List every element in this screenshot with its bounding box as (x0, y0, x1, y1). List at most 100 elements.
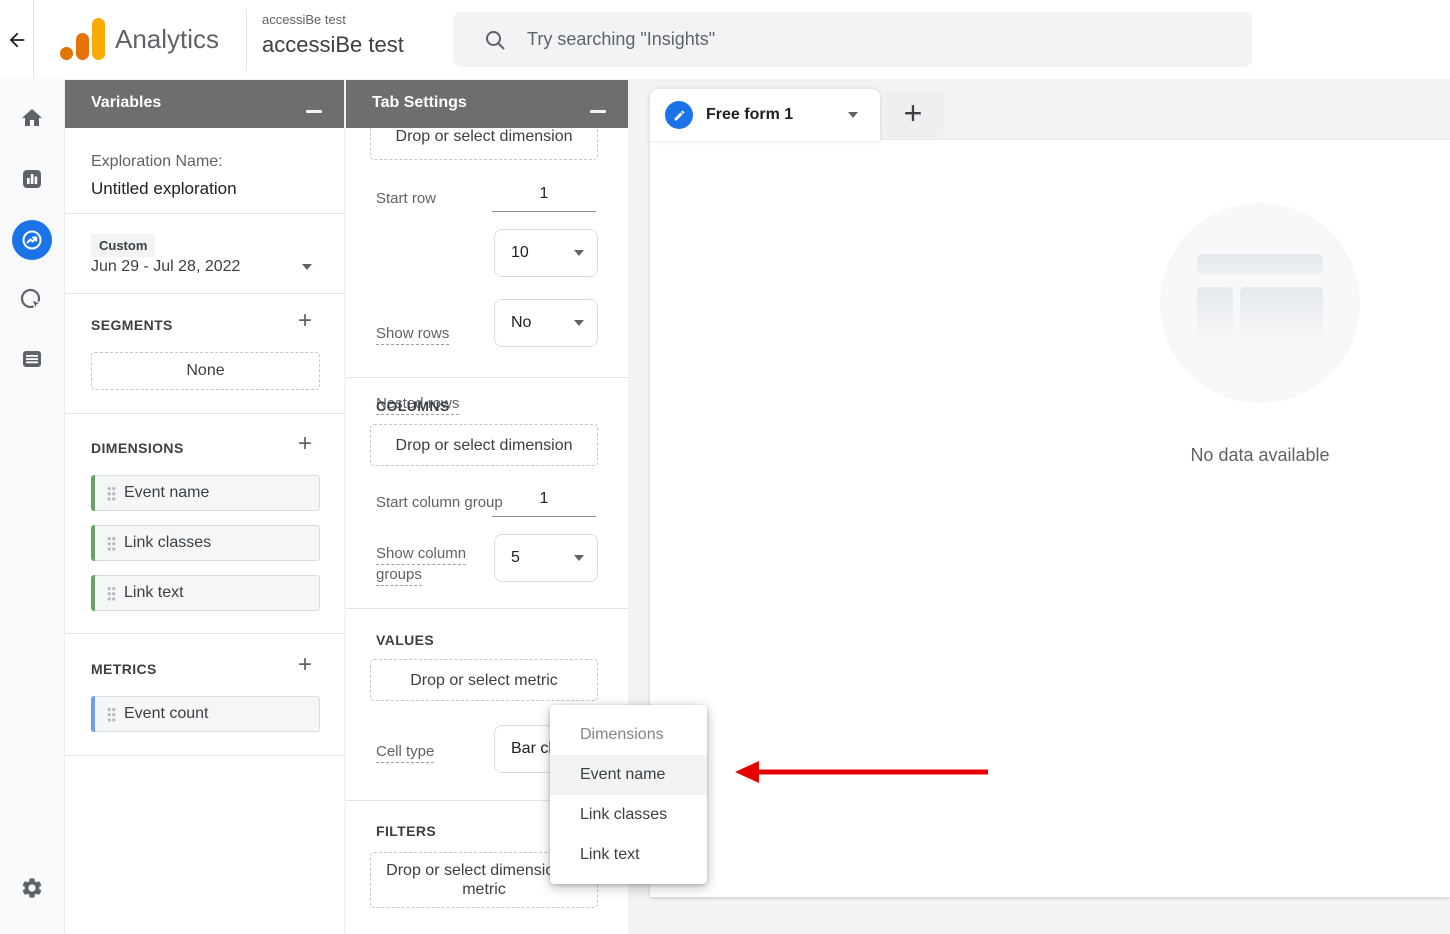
metric-chip-event-count[interactable]: Event count (91, 696, 320, 732)
show-column-groups-label: Show column groups (376, 543, 476, 585)
exploration-name-label: Exploration Name: (91, 153, 223, 171)
nav-configure[interactable] (0, 337, 64, 381)
no-data-illustration (1160, 203, 1360, 403)
drag-handle-icon[interactable] (107, 536, 116, 551)
nav-home[interactable] (0, 96, 64, 140)
pencil-icon (673, 109, 686, 122)
arrow-back-icon (6, 29, 28, 51)
menu-item-event-name[interactable]: Event name (550, 755, 707, 795)
account-label: accessiBe test (262, 12, 404, 27)
show-rows-value: 10 (511, 244, 529, 262)
list-icon (20, 347, 44, 371)
top-header: Analytics accessiBe test accessiBe test (0, 0, 1450, 79)
chip-label: Event count (124, 705, 209, 723)
explore-compass-icon (20, 228, 44, 252)
columns-dropzone[interactable]: Drop or select dimension (370, 424, 598, 466)
columns-section-label: COLUMNS (376, 398, 450, 414)
values-section-label: VALUES (376, 632, 434, 648)
back-button[interactable] (0, 0, 34, 79)
variables-panel-header: Variables (65, 80, 344, 128)
advertising-icon (19, 287, 45, 313)
account-switcher[interactable]: accessiBe test accessiBe test (262, 12, 404, 58)
show-column-groups-value: 5 (511, 549, 520, 567)
nav-reports[interactable] (0, 157, 64, 201)
plus-icon: + (298, 651, 312, 678)
dimension-select-menu: Dimensions Event name Link classes Link … (550, 705, 707, 884)
tab-label: Free form 1 (706, 106, 793, 124)
no-data-message: No data available (1110, 445, 1410, 466)
show-rows-select[interactable]: 10 (494, 229, 598, 277)
minimize-variables-button[interactable] (306, 110, 322, 120)
tab-settings-panel-header: Tab Settings (346, 80, 628, 128)
dimensions-label: DIMENSIONS (91, 440, 184, 456)
chip-label: Link classes (124, 534, 211, 552)
start-column-group-label: Start column group (376, 494, 503, 512)
menu-item-link-classes[interactable]: Link classes (550, 795, 707, 835)
edit-tab-badge (665, 101, 693, 129)
divider (65, 413, 344, 414)
divider (65, 293, 344, 294)
divider (346, 377, 628, 378)
show-column-groups-select[interactable]: 5 (494, 534, 598, 582)
menu-group-header: Dimensions (550, 714, 707, 755)
plus-icon: + (298, 430, 312, 457)
dimension-chip-link-classes[interactable]: Link classes (91, 525, 320, 561)
search-input[interactable] (527, 29, 1167, 50)
left-nav-rail (0, 79, 64, 934)
divider (346, 608, 628, 609)
nested-rows-value: No (511, 314, 531, 332)
search-icon (483, 28, 507, 52)
gear-icon (20, 876, 44, 900)
tab-chevron-down-icon[interactable] (848, 112, 858, 123)
add-metric-button[interactable]: + (298, 654, 320, 676)
cell-type-label: Cell type (376, 743, 434, 761)
dimension-chip-event-name[interactable]: Event name (91, 475, 320, 511)
add-segment-button[interactable]: + (298, 310, 320, 332)
nav-explore-active[interactable] (0, 218, 64, 262)
tab-settings-panel-title: Tab Settings (372, 94, 467, 112)
drag-handle-icon[interactable] (107, 486, 116, 501)
divider (65, 755, 344, 756)
red-annotation-arrow (735, 758, 993, 786)
start-column-group-input[interactable]: 1 (492, 490, 596, 517)
add-tab-button[interactable]: + (882, 90, 944, 138)
chip-label: Link text (124, 584, 184, 602)
menu-item-link-text[interactable]: Link text (550, 835, 707, 875)
metrics-label: METRICS (91, 661, 157, 677)
nav-advertising[interactable] (0, 278, 64, 322)
nav-admin-settings[interactable] (0, 866, 64, 910)
start-row-input[interactable]: 1 (492, 185, 596, 212)
variables-panel-title: Variables (91, 94, 161, 112)
start-row-label: Start row (376, 190, 436, 208)
minimize-tab-settings-button[interactable] (590, 110, 606, 120)
segments-label: SEGMENTS (91, 317, 173, 333)
tab-free-form-1[interactable]: Free form 1 (650, 89, 880, 141)
drag-handle-icon[interactable] (107, 707, 116, 722)
analytics-explorations-app: Analytics accessiBe test accessiBe test (0, 0, 1450, 934)
header-divider (246, 10, 247, 70)
filters-section-label: FILTERS (376, 823, 436, 839)
nested-rows-select[interactable]: No (494, 299, 598, 347)
dimension-chip-link-text[interactable]: Link text (91, 575, 320, 611)
date-range-value[interactable]: Jun 29 - Jul 28, 2022 (91, 258, 240, 276)
chevron-down-icon[interactable] (302, 264, 312, 275)
date-range-type-badge: Custom (91, 234, 155, 257)
add-dimension-button[interactable]: + (298, 433, 320, 455)
explore-active-background (12, 220, 52, 260)
exploration-name-value[interactable]: Untitled exploration (91, 179, 237, 199)
divider (65, 213, 344, 214)
show-rows-label: Show rows (376, 325, 449, 343)
bar-chart-icon (20, 167, 44, 191)
drag-handle-icon[interactable] (107, 586, 116, 601)
cell-type-label-text: Cell type (376, 743, 434, 763)
values-dropzone[interactable]: Drop or select metric (370, 659, 598, 701)
segments-empty-dropzone[interactable]: None (91, 352, 320, 390)
show-column-groups-label-text: Show column groups (376, 545, 466, 586)
exploration-canvas-area: Free form 1 + No data available (628, 80, 1450, 934)
divider (65, 633, 344, 634)
search-bar[interactable] (453, 12, 1252, 67)
plus-icon: + (298, 307, 312, 334)
product-title: Analytics (115, 24, 219, 55)
variables-panel: Variables Exploration Name: Untitled exp… (64, 80, 344, 934)
chip-label: Event name (124, 484, 209, 502)
